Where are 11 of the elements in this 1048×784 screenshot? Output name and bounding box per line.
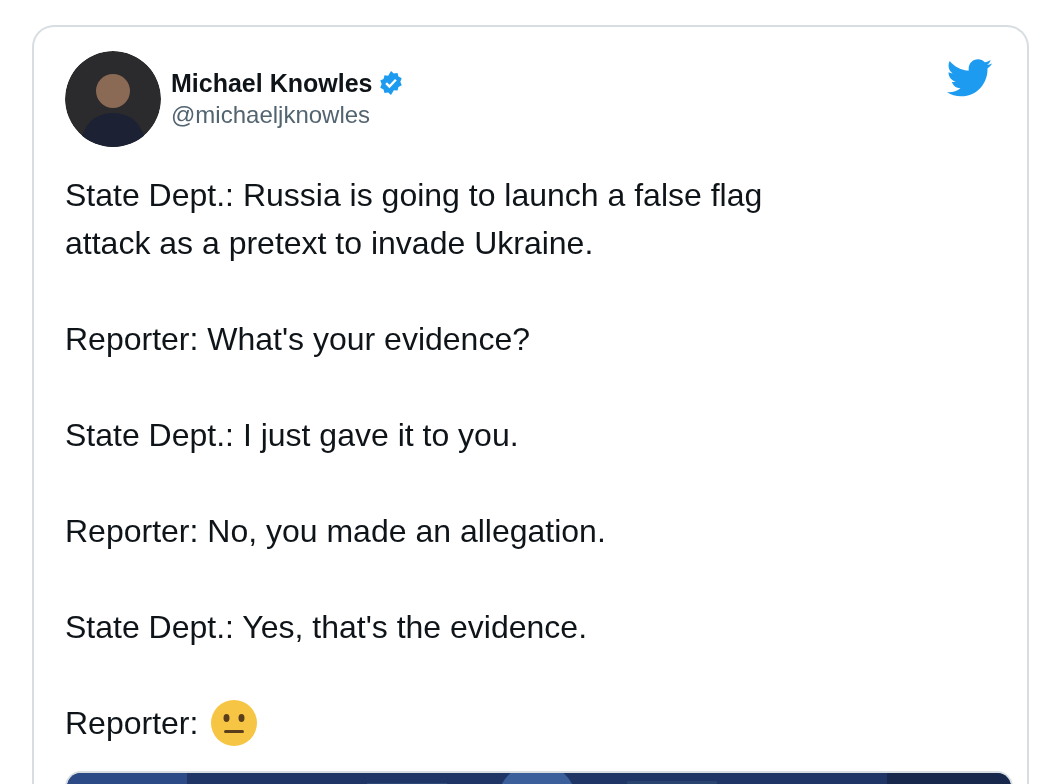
tweet-text: State Dept.: I just gave it to you. (65, 416, 519, 455)
author-handle[interactable]: @michaeljknowles (171, 99, 947, 131)
tweet-text: Reporter: What's your evidence? (65, 320, 530, 359)
tweet-text: Reporter: (65, 704, 199, 743)
neutral-face-icon (210, 699, 259, 747)
avatar[interactable] (65, 51, 161, 147)
author-name[interactable]: Michael Knowles (171, 67, 373, 99)
tweet-text: State Dept.: Yes, that's the evidence. (65, 608, 587, 647)
bird-icon[interactable] (947, 59, 993, 97)
tweet-text: State Dept.: Russia is going to launch a false flag attack as a pretext to invade Ukraine. (65, 176, 764, 263)
tweet-text: Reporter: No, you made an allegation. (65, 512, 606, 551)
